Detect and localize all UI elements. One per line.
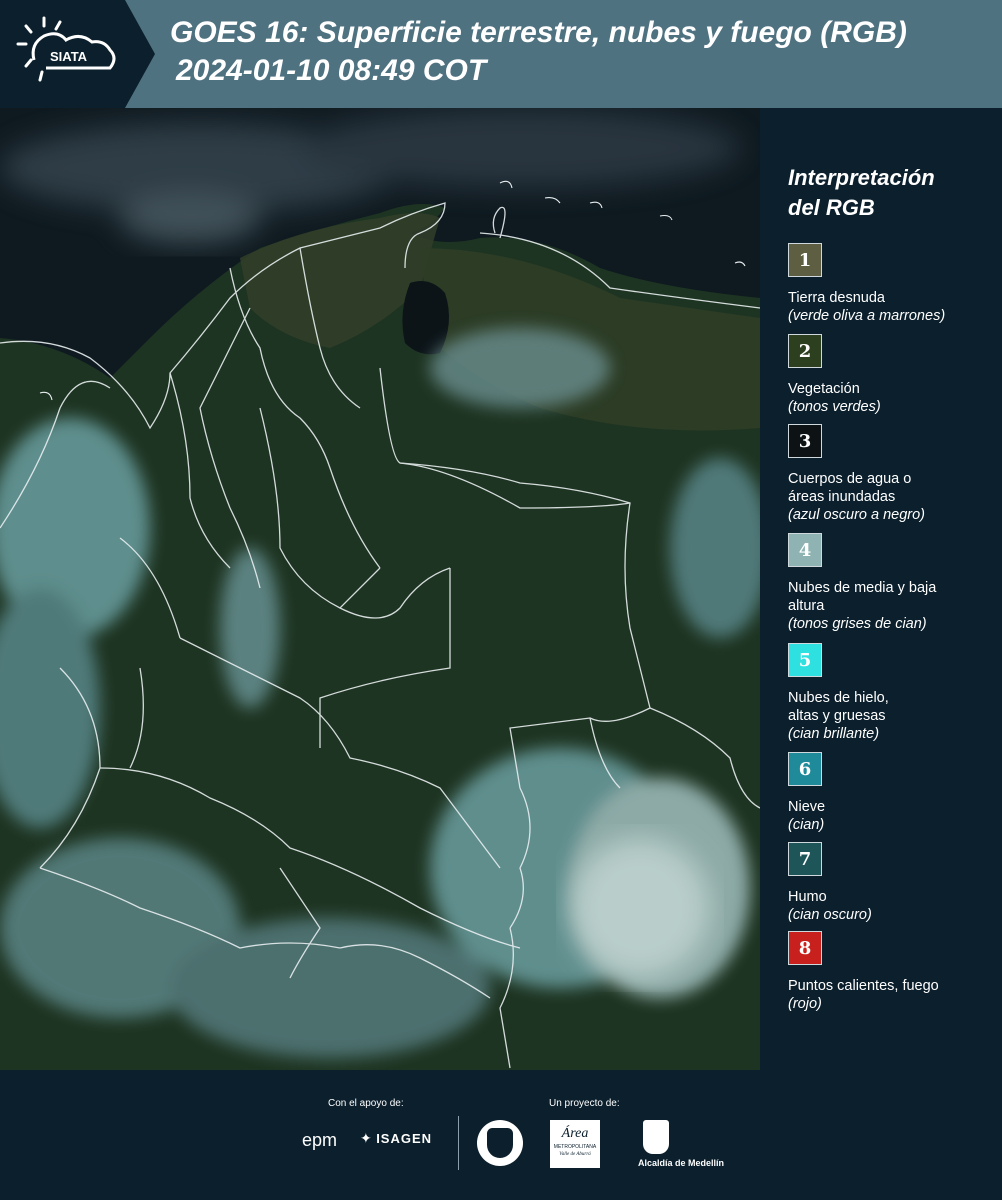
logo-text: SIATA [50, 49, 88, 64]
legend-label: Cuerpos de agua o áreas inundadas [788, 471, 912, 505]
legend-item: 5 Nubes de hielo, altas y gruesas (cian b… [788, 643, 998, 743]
legend-sub: (azul oscuro a negro) [788, 507, 926, 523]
legend-item: 7 Humo (cian oscuro) [788, 842, 998, 924]
antioquia-seal-icon [477, 1120, 523, 1166]
alcaldia-text: Alcaldía de Medellín [638, 1158, 725, 1168]
legend-item: 8 Puntos calientes, fuego (rojo) [788, 931, 998, 1013]
legend-item: 2 Vegetación (tonos verdes) [788, 334, 998, 416]
legend-label: Nubes de hielo, altas y gruesas [788, 690, 889, 724]
legend-label: Puntos calientes, fuego [788, 978, 939, 994]
legend-title: Interpretación del RGB [788, 163, 935, 223]
legend-swatch: 8 [788, 931, 822, 965]
footer-divider [458, 1116, 459, 1170]
legend-swatch: 2 [788, 334, 822, 368]
legend-swatch: 5 [788, 643, 822, 677]
legend-swatch: 7 [788, 842, 822, 876]
legend-sub: (tonos verdes) [788, 399, 881, 415]
area-logo-sub2: Valle de Aburrá [559, 1152, 591, 1157]
satellite-map[interactable] [0, 108, 760, 1070]
legend-label: Nubes de media y baja altura [788, 580, 937, 614]
support-label: Con el apoyo de: [328, 1098, 404, 1109]
legend-label: Humo [788, 889, 827, 905]
footer: Con el apoyo de: Un proyecto de: epm ✦ I… [0, 1070, 1002, 1200]
legend-sub: (cian brillante) [788, 726, 880, 742]
legend-swatch: 3 [788, 424, 822, 458]
legend-swatch: 1 [788, 243, 822, 277]
legend-panel: Interpretación del RGB 1 Tierra desnuda (… [760, 108, 1002, 1070]
legend-sub: (verde oliva a marrones) [788, 308, 946, 324]
siata-logo: SIATA [0, 0, 155, 108]
area-logo-sub: METROPOLITANA [553, 1144, 597, 1150]
legend-sub: (cian oscuro) [788, 907, 872, 923]
legend-swatch: 4 [788, 533, 822, 567]
legend-title-line-1: Interpretación [788, 165, 935, 190]
legend-label: Nieve [788, 799, 826, 815]
legend-item: 1 Tierra desnuda (verde oliva a marrones) [788, 243, 998, 325]
legend-label: Vegetación [788, 381, 860, 397]
legend-sub: (cian) [788, 817, 825, 833]
legend-sub: (rojo) [788, 996, 822, 1012]
isagen-text: ISAGEN [376, 1131, 433, 1146]
legend-label: Tierra desnuda [788, 290, 885, 306]
legend-sub: (tonos grises de cian) [788, 616, 927, 632]
legend-item: 6 Nieve (cian) [788, 752, 998, 834]
project-label: Un proyecto de: [549, 1098, 620, 1109]
alcaldia-shield-icon [643, 1120, 669, 1154]
legend-item: 4 Nubes de media y baja altura (tonos gri… [788, 533, 998, 633]
area-logo-title: Área [561, 1126, 589, 1141]
legend-item: 3 Cuerpos de agua o áreas inundadas (azul… [788, 424, 998, 524]
isagen-logo: ✦ ISAGEN [360, 1130, 432, 1148]
page-title: GOES 16: Superficie terrestre, nubes y f… [170, 14, 907, 90]
legend-title-line-2: del RGB [788, 195, 875, 220]
legend-swatch: 6 [788, 752, 822, 786]
isagen-mark-icon: ✦ [360, 1130, 372, 1146]
epm-logo: epm [302, 1130, 338, 1150]
title-datetime: 2024-01-10 08:49 COT [176, 54, 487, 87]
header-bar: SIATA GOES 16: Superficie terrestre, nub… [0, 0, 1002, 108]
title-line-1: GOES 16: Superficie terrestre, nubes y f… [170, 16, 907, 49]
area-metropolitana-logo: Área METROPOLITANA Valle de Aburrá [550, 1120, 600, 1168]
